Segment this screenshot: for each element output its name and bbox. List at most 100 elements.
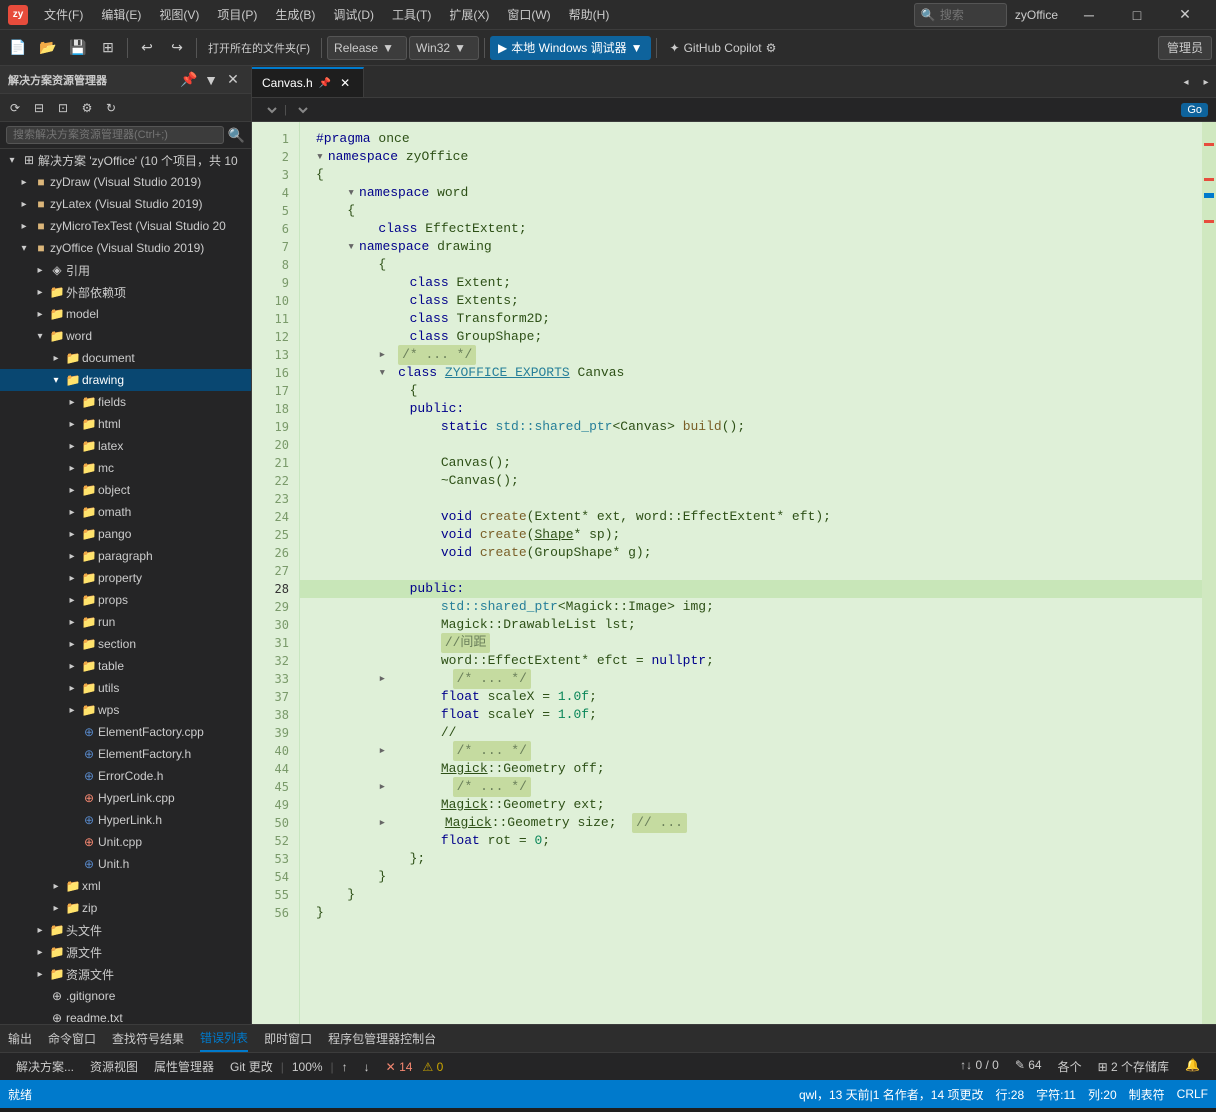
open-folder-btn[interactable]: 打开所在的文件夹(F) [202,34,316,62]
git-changes-btn[interactable]: Git 更改 [222,1054,281,1079]
tree-HyperLink-cpp[interactable]: ⊕ HyperLink.cpp [0,787,251,809]
open-file-btn[interactable]: 📂 [34,34,62,62]
tree-object[interactable]: ▸ 📁 object [0,479,251,501]
colnum-status[interactable]: 列:20 [1088,1086,1117,1103]
tree-drawing[interactable]: ▾ 📁 drawing [0,369,251,391]
sidebar-search-input[interactable] [6,126,224,144]
tree-zyOffice[interactable]: ▾ ■ zyOffice (Visual Studio 2019) [0,237,251,259]
close-button[interactable]: ✕ [1162,0,1208,30]
tree-fields[interactable]: ▸ 📁 fields [0,391,251,413]
tab-command[interactable]: 命令窗口 [48,1026,96,1051]
menu-tools[interactable]: 工具(T) [384,2,439,27]
scrollbar-minimap[interactable] [1202,122,1216,1024]
tab-close-btn[interactable]: ✕ [337,75,353,91]
run-debugger-btn[interactable]: ▶ 本地 Windows 调试器 ▼ [490,36,650,60]
error-indicator[interactable]: ✕ 14 ⚠ 0 [378,1056,452,1078]
title-search-input[interactable] [940,8,1000,22]
tree-Unit-h[interactable]: ⊕ Unit.h [0,853,251,875]
tree-ElementFactory-cpp[interactable]: ⊕ ElementFactory.cpp [0,721,251,743]
up-btn[interactable]: ↑ [334,1056,356,1078]
new-file-btn[interactable]: 📄 [4,34,32,62]
sidebar-chevron-btn[interactable]: ▼ [201,70,221,90]
git-status-btn[interactable]: ↑↓ 0 / 0 [952,1054,1007,1079]
go-button[interactable]: Go [1181,103,1208,117]
menu-view[interactable]: 视图(V) [151,2,207,27]
tab-output[interactable]: 输出 [8,1026,32,1051]
tree-HyperLink-h[interactable]: ⊕ HyperLink.h [0,809,251,831]
solution-tab-btn[interactable]: 解决方案... [8,1054,82,1079]
tree-utils[interactable]: ▸ 📁 utils [0,677,251,699]
tree-xml[interactable]: ▸ 📁 xml [0,875,251,897]
sidebar-search-icon[interactable]: 🔍 [228,127,245,144]
menu-window[interactable]: 窗口(W) [499,2,558,27]
menu-edit[interactable]: 编辑(E) [93,2,149,27]
tab-error-list[interactable]: 错误列表 [200,1025,248,1052]
row-status[interactable]: 行:28 [995,1086,1024,1103]
scroll-left-btn[interactable]: ◂ [1176,67,1196,97]
class-view-btn[interactable]: 资源视图 [82,1054,146,1079]
refresh-btn[interactable]: ↻ [100,97,122,119]
menu-build[interactable]: 生成(B) [267,2,323,27]
tree-mc[interactable]: ▸ 📁 mc [0,457,251,479]
title-search-box[interactable]: 🔍 [914,3,1007,27]
tree-resfiles[interactable]: ▸ 📁 资源文件 [0,963,251,985]
tree-word[interactable]: ▾ 📁 word [0,325,251,347]
menu-file[interactable]: 文件(F) [36,2,91,27]
prop-manager-btn[interactable]: 属性管理器 [146,1054,222,1079]
tab-find-results[interactable]: 查找符号结果 [112,1026,184,1051]
filter-btn[interactable]: ⊡ [52,97,74,119]
tree-sourcefiles[interactable]: ▸ 📁 源文件 [0,941,251,963]
admin-btn[interactable]: 管理员 [1158,36,1212,60]
tree-table[interactable]: ▸ 📁 table [0,655,251,677]
scroll-right-btn[interactable]: ▸ [1196,67,1216,97]
tree-ErrorCode-h[interactable]: ⊕ ErrorCode.h [0,765,251,787]
path-dropdown[interactable] [260,103,280,117]
tree-zip[interactable]: ▸ 📁 zip [0,897,251,919]
menu-debug[interactable]: 调试(D) [325,2,382,27]
tree-zyLatex[interactable]: ▸ ■ zyLatex (Visual Studio 2019) [0,193,251,215]
platform-dropdown[interactable]: Win32 ▼ [409,36,479,60]
tree-latex[interactable]: ▸ 📁 latex [0,435,251,457]
tree-run[interactable]: ▸ 📁 run [0,611,251,633]
tree-omath[interactable]: ▸ 📁 omath [0,501,251,523]
code-content[interactable]: #pragma once ▾namespace zyOffice { ▾name… [300,122,1202,1024]
copilot-btn[interactable]: ✦ GitHub Copilot ⚙ [662,39,785,57]
tab-immediate[interactable]: 即时窗口 [264,1026,312,1051]
tree-paragraph[interactable]: ▸ 📁 paragraph [0,545,251,567]
pin-btn[interactable]: 📌 [179,70,199,90]
menu-project[interactable]: 项目(P) [209,2,265,27]
ready-status[interactable]: 就绪 [8,1086,32,1103]
minimize-button[interactable]: ─ [1066,0,1112,30]
tree-solution[interactable]: ▾ ⊞ 解决方案 'zyOffice' (10 个项目，共 10 [0,149,251,171]
zoom-level[interactable]: 100% [284,1056,331,1078]
menu-help[interactable]: 帮助(H) [561,2,618,27]
tree-zyDraw[interactable]: ▸ ■ zyDraw (Visual Studio 2019) [0,171,251,193]
collapse-all-btn[interactable]: ⊟ [28,97,50,119]
tree-gitignore[interactable]: ⊕ .gitignore [0,985,251,1007]
line-ending-status[interactable]: CRLF [1177,1087,1208,1101]
col-status[interactable]: 字符:11 [1036,1086,1076,1103]
down-btn[interactable]: ↓ [356,1056,378,1078]
tree-zyMicroTexTest[interactable]: ▸ ■ zyMicroTexTest (Visual Studio 20 [0,215,251,237]
tree-model[interactable]: ▸ 📁 model [0,303,251,325]
config-dropdown[interactable]: Release ▼ [327,36,407,60]
repo-count-btn[interactable]: ⊞ 2 个存储库 [1090,1054,1177,1079]
selected-count-btn[interactable]: 各个 [1050,1054,1090,1079]
tree-document[interactable]: ▸ 📁 document [0,347,251,369]
menu-extend[interactable]: 扩展(X) [441,2,497,27]
encoding-status[interactable]: 制表符 [1129,1086,1165,1103]
tree-ElementFactory-h[interactable]: ⊕ ElementFactory.h [0,743,251,765]
tree-references[interactable]: ▸ ◈ 引用 [0,259,251,281]
source-control-status[interactable]: qwl，13 天前|1 名作者，14 项更改 [799,1086,984,1103]
tree-pango[interactable]: ▸ 📁 pango [0,523,251,545]
tree-readme[interactable]: ⊕ readme.txt [0,1007,251,1024]
tree-wps[interactable]: ▸ 📁 wps [0,699,251,721]
save-all-btn[interactable]: ⊞ [94,34,122,62]
sync-btn[interactable]: ⟳ [4,97,26,119]
tree-Unit-cpp[interactable]: ⊕ Unit.cpp [0,831,251,853]
tab-package-manager[interactable]: 程序包管理器控制台 [328,1026,436,1051]
tree-section[interactable]: ▸ 📁 section [0,633,251,655]
tree-headfiles[interactable]: ▸ 📁 头文件 [0,919,251,941]
tree-props[interactable]: ▸ 📁 props [0,589,251,611]
tab-canvas-h[interactable]: Canvas.h 📌 ✕ [252,67,364,97]
